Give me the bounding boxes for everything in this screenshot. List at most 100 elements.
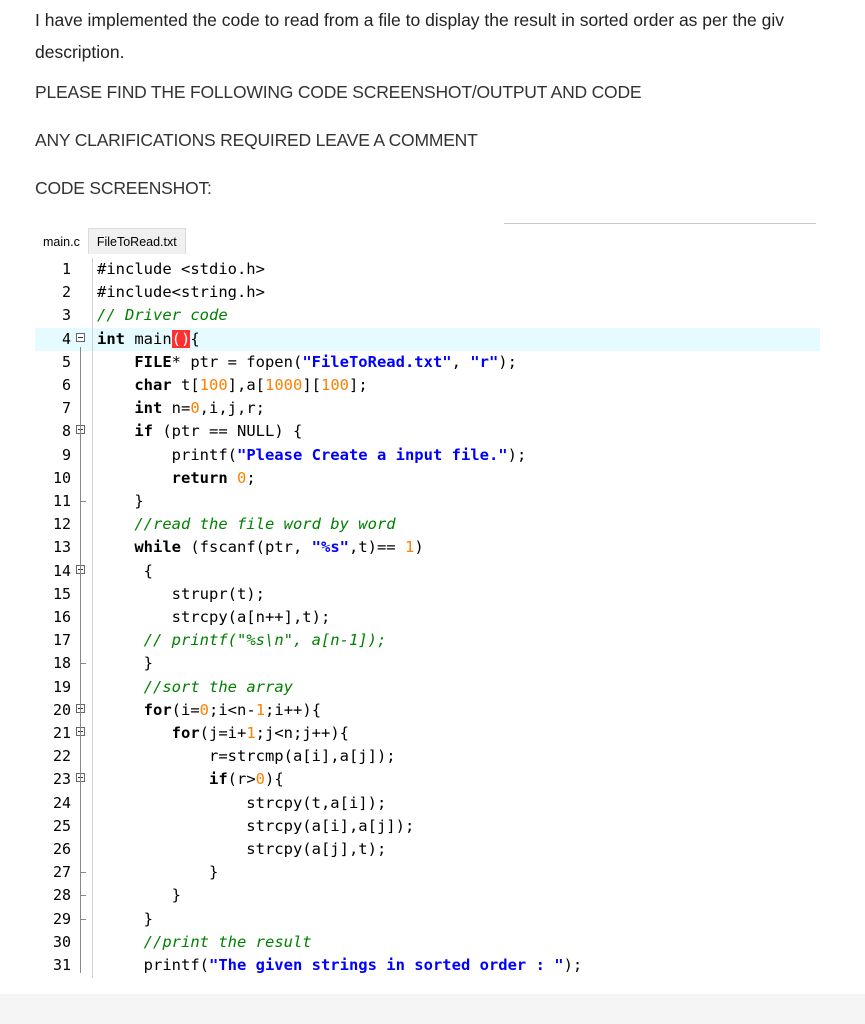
editor-tab-bar: main.c FileToRead.txt	[35, 226, 186, 254]
code-line[interactable]: 5 FILE* ptr = fopen("FileToRead.txt", "r…	[35, 351, 820, 374]
code-text: strcpy(a[n++],t);	[97, 608, 331, 626]
code-line[interactable]: 13 while (fscanf(ptr, "%s",t)== 1)	[35, 536, 820, 559]
line-number: 22	[52, 747, 71, 766]
code-line[interactable]: 29 }	[35, 908, 820, 931]
code-line[interactable]: 9 printf("Please Create a input file.");	[35, 444, 820, 467]
code-text: for(j=i+1;j<n;j++){	[171, 724, 349, 742]
code-line[interactable]: 30 //print the result	[35, 931, 820, 954]
code-text: #include <stdio.h>	[97, 260, 265, 278]
code-text: if(r>0){	[208, 770, 284, 789]
code-line[interactable]: 22 r=strcmp(a[i],a[j]);	[35, 745, 820, 768]
line-number: 19	[52, 677, 71, 696]
line-number: 23	[52, 770, 71, 789]
line-number: 10	[52, 468, 71, 487]
line-number: 30	[52, 932, 71, 951]
line-number: 12	[52, 515, 71, 534]
code-text: return 0;	[171, 468, 256, 487]
code-text: #include<string.h>	[97, 283, 265, 302]
code-line[interactable]: 15 strupr(t);	[35, 583, 820, 606]
code-line[interactable]: 16 strcpy(a[n++],t);	[35, 606, 820, 629]
gutter-separator	[92, 258, 93, 978]
line-number: 3	[61, 306, 71, 325]
line-number: 8	[61, 422, 71, 441]
line-number: 1	[61, 260, 71, 278]
code-text: FILE* ptr = fopen("FileToRead.txt", "r")…	[134, 352, 517, 371]
code-text: //sort the array	[143, 677, 293, 696]
code-text: char t[100],a[1000][100];	[134, 376, 368, 394]
line-number: 17	[52, 631, 71, 650]
fold-end-tick	[80, 501, 86, 502]
code-text: }	[97, 492, 144, 510]
heading-find-code: PLEASE FIND THE FOLLOWING CODE SCREENSHO…	[35, 82, 642, 102]
line-number: 27	[52, 863, 71, 882]
code-line[interactable]: 14 {	[35, 560, 820, 583]
code-text: }	[97, 886, 181, 905]
code-editor[interactable]: 1 #include <stdio.h> 2 #include<string.h> 3 /…	[35, 258, 820, 978]
tab-main-c[interactable]: main.c	[35, 229, 88, 254]
code-line[interactable]: 7 int n=0,i,j,r;	[35, 397, 820, 420]
line-number: 5	[61, 352, 71, 371]
code-text: int n=0,i,j,r;	[134, 399, 265, 418]
code-text: while (fscanf(ptr, "%s",t)== 1)	[134, 538, 424, 557]
code-line[interactable]: 11 }	[35, 490, 820, 513]
code-text: //read the file word by word	[134, 515, 396, 534]
code-line[interactable]: 21 for(j=i+1;j<n;j++){	[35, 722, 820, 745]
code-text: strcpy(a[i],a[j]);	[97, 816, 415, 835]
code-line[interactable]: 18 }	[35, 652, 820, 675]
code-text: strupr(t);	[97, 584, 265, 603]
code-line[interactable]: 4 int main(){	[35, 327, 820, 351]
line-number: 29	[52, 909, 71, 928]
fold-toggle-icon[interactable]	[76, 332, 85, 342]
line-number: 24	[52, 793, 71, 812]
code-text: printf("The given strings in sorted orde…	[97, 956, 583, 974]
line-number: 20	[52, 700, 71, 719]
code-text: //print the result	[143, 932, 312, 951]
code-line[interactable]: 8 if (ptr == NULL) {	[35, 420, 820, 443]
line-number: 15	[52, 584, 71, 603]
line-number: 28	[52, 886, 71, 905]
code-text: printf("Please Create a input file.");	[97, 445, 527, 464]
code-text: if (ptr == NULL) {	[134, 422, 303, 441]
code-line[interactable]: 10 return 0;	[35, 467, 820, 490]
code-line[interactable]: 1 #include <stdio.h>	[35, 258, 820, 281]
fold-end-tick	[80, 663, 86, 665]
code-text: }	[97, 654, 153, 673]
line-number: 11	[52, 492, 71, 510]
code-line[interactable]: 27 }	[35, 861, 820, 884]
line-number: 7	[61, 399, 71, 418]
code-line[interactable]: 28 }	[35, 884, 820, 907]
code-text: {	[97, 561, 153, 580]
intro-line-2: description.	[35, 42, 125, 62]
fold-end-tick	[80, 872, 86, 874]
fold-end-tick	[80, 918, 86, 920]
heading-code-screenshot: CODE SCREENSHOT:	[35, 178, 212, 198]
code-line[interactable]: 2 #include<string.h>	[35, 281, 820, 304]
line-number: 21	[52, 724, 71, 742]
code-text: for(i=0;i<n-1;i++){	[143, 700, 322, 719]
fold-guide-line	[80, 346, 81, 974]
code-line[interactable]: 26 strcpy(a[j],t);	[35, 838, 820, 861]
code-line[interactable]: 17 // printf("%s\n", a[n-1]);	[35, 629, 820, 652]
line-number: 25	[52, 816, 71, 835]
code-line[interactable]: 25 strcpy(a[i],a[j]);	[35, 815, 820, 838]
fold-end-tick	[80, 895, 86, 897]
code-line[interactable]: 20 for(i=0;i<n-1;i++){	[35, 699, 820, 722]
line-number: 31	[52, 956, 71, 974]
line-number: 14	[52, 561, 71, 580]
code-line[interactable]: 19 //sort the array	[35, 676, 820, 699]
tab-file-to-read[interactable]: FileToRead.txt	[87, 228, 186, 254]
editor-top-rule	[504, 223, 816, 224]
code-line[interactable]: 23 if(r>0){	[35, 768, 820, 791]
code-line[interactable]: 6 char t[100],a[1000][100];	[35, 374, 820, 397]
code-text: int main(){	[97, 329, 200, 348]
code-line[interactable]: 3 // Driver code	[35, 304, 820, 327]
code-text: r=strcmp(a[i],a[j]);	[97, 747, 396, 766]
code-line[interactable]: 31 printf("The given strings in sorted o…	[35, 954, 820, 977]
line-number: 18	[52, 654, 71, 673]
code-line[interactable]: 12 //read the file word by word	[35, 513, 820, 536]
line-number: 2	[61, 283, 71, 302]
code-line[interactable]: 24 strcpy(t,a[i]);	[35, 792, 820, 815]
intro-line-1: I have implemented the code to read from…	[35, 10, 785, 30]
line-number: 13	[52, 538, 71, 557]
code-text: }	[97, 863, 219, 882]
